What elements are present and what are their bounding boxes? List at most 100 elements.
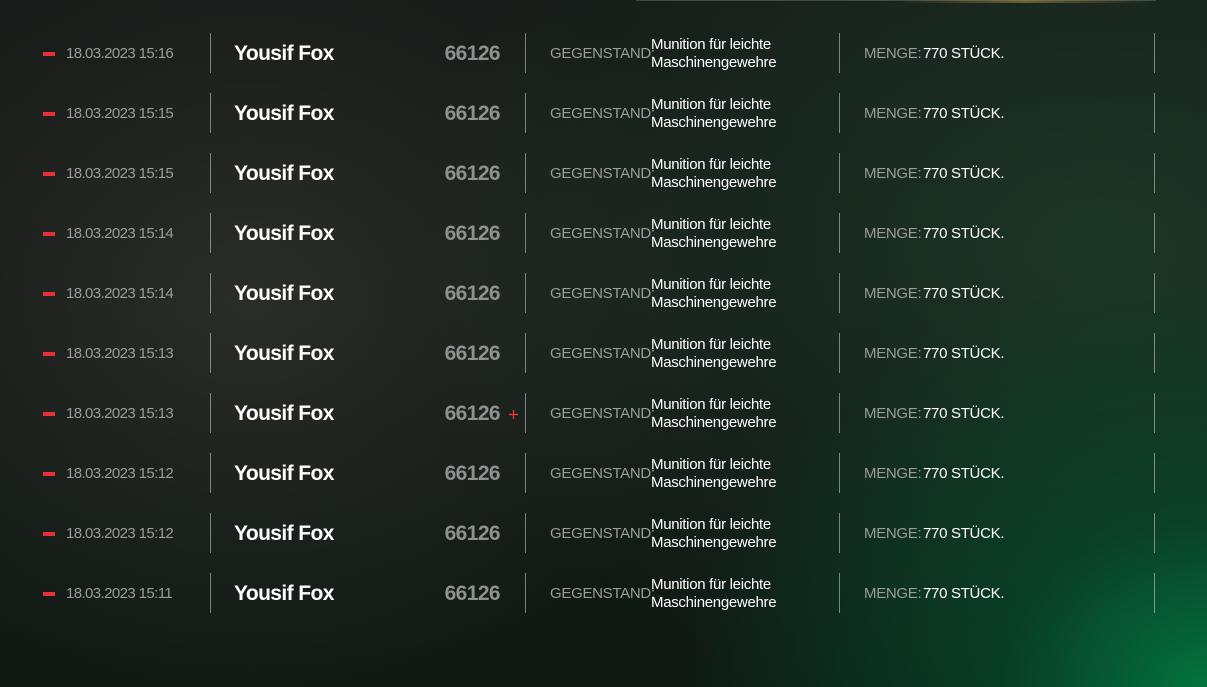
log-row: 18.03.2023 15:13 Yousif Fox 66126 GEGENS… [0, 384, 1207, 444]
quantity-value: 770 STÜCK. [923, 45, 1005, 62]
quantity-value: 770 STÜCK. [923, 345, 1005, 362]
player-name: Yousif Fox [234, 402, 334, 425]
column-divider [1154, 273, 1155, 313]
minus-marker-icon [43, 532, 55, 536]
player-name: Yousif Fox [234, 582, 334, 605]
minus-marker-icon [43, 592, 55, 596]
minus-marker-icon [43, 292, 55, 296]
column-divider [210, 333, 211, 373]
item-label: GEGENSTAND: [550, 345, 655, 362]
column-divider [210, 393, 211, 433]
item-name-line-2: Maschinengewehre [651, 414, 777, 431]
quantity-value: 770 STÜCK. [923, 525, 1005, 542]
player-id: 66126 [444, 42, 501, 65]
player-name: Yousif Fox [234, 102, 334, 125]
column-divider [210, 273, 211, 313]
column-divider [525, 393, 526, 433]
log-timestamp: 18.03.2023 15:14 [66, 225, 174, 242]
item-name-line-1: Munition für leichte [651, 156, 771, 173]
item-label: GEGENSTAND: [550, 165, 655, 182]
player-id: 66126 [444, 522, 501, 545]
minus-marker-icon [43, 112, 55, 116]
quantity-label: MENGE: [864, 525, 922, 542]
item-name-line-1: Munition für leichte [651, 216, 771, 233]
item-label: GEGENSTAND: [550, 225, 655, 242]
quantity-value: 770 STÜCK. [923, 405, 1005, 422]
item-label: GEGENSTAND: [550, 585, 655, 602]
item-name-line-1: Munition für leichte [651, 96, 771, 113]
log-timestamp: 18.03.2023 15:16 [66, 45, 174, 62]
player-id: 66126 [444, 402, 501, 425]
column-divider [839, 513, 840, 553]
column-divider [1154, 93, 1155, 133]
quantity-value: 770 STÜCK. [923, 465, 1005, 482]
minus-marker-icon [43, 352, 55, 356]
item-name-line-1: Munition für leichte [651, 396, 771, 413]
item-name: Munition für leichte Maschinengewehre [651, 96, 831, 132]
player-name: Yousif Fox [234, 222, 334, 245]
column-divider [1154, 213, 1155, 253]
item-name-line-2: Maschinengewehre [651, 234, 777, 251]
column-divider [839, 393, 840, 433]
item-name-line-1: Munition für leichte [651, 456, 771, 473]
log-timestamp: 18.03.2023 15:15 [66, 165, 174, 182]
player-id: 66126 [444, 162, 501, 185]
column-divider [839, 453, 840, 493]
item-name-line-2: Maschinengewehre [651, 594, 777, 611]
log-row: 18.03.2023 15:13 Yousif Fox 66126 GEGENS… [0, 324, 1207, 384]
quantity-value: 770 STÜCK. [923, 585, 1005, 602]
log-timestamp: 18.03.2023 15:13 [66, 405, 174, 422]
quantity-label: MENGE: [864, 465, 922, 482]
quantity-label: MENGE: [864, 105, 922, 122]
player-id: 66126 [444, 342, 501, 365]
item-name: Munition für leichte Maschinengewehre [651, 216, 831, 252]
log-timestamp: 18.03.2023 15:11 [66, 585, 173, 602]
column-divider [525, 273, 526, 313]
item-name: Munition für leichte Maschinengewehre [651, 36, 831, 72]
minus-marker-icon [43, 52, 55, 56]
quantity-value: 770 STÜCK. [923, 165, 1005, 182]
item-label: GEGENSTAND: [550, 405, 655, 422]
column-divider [839, 333, 840, 373]
player-id: 66126 [444, 582, 501, 605]
column-divider [839, 93, 840, 133]
column-divider [525, 453, 526, 493]
log-timestamp: 18.03.2023 15:12 [66, 465, 174, 482]
column-divider [525, 93, 526, 133]
item-label: GEGENSTAND: [550, 285, 655, 302]
item-name-line-2: Maschinengewehre [651, 474, 777, 491]
log-row: 18.03.2023 15:14 Yousif Fox 66126 GEGENS… [0, 204, 1207, 264]
log-row: 18.03.2023 15:16 Yousif Fox 66126 GEGENS… [0, 24, 1207, 84]
log-row: 18.03.2023 15:14 Yousif Fox 66126 GEGENS… [0, 264, 1207, 324]
column-divider [210, 513, 211, 553]
minus-marker-icon [43, 172, 55, 176]
column-divider [210, 33, 211, 73]
item-name: Munition für leichte Maschinengewehre [651, 576, 831, 612]
minus-marker-icon [43, 472, 55, 476]
top-accent-glow [900, 0, 1150, 3]
item-name: Munition für leichte Maschinengewehre [651, 516, 831, 552]
quantity-label: MENGE: [864, 45, 922, 62]
quantity-label: MENGE: [864, 585, 922, 602]
column-divider [210, 213, 211, 253]
column-divider [839, 573, 840, 613]
column-divider [839, 153, 840, 193]
item-label: GEGENSTAND: [550, 465, 655, 482]
log-row: 18.03.2023 15:12 Yousif Fox 66126 GEGENS… [0, 444, 1207, 504]
item-name-line-1: Munition für leichte [651, 516, 771, 533]
column-divider [525, 153, 526, 193]
log-row: 18.03.2023 15:11 Yousif Fox 66126 GEGENS… [0, 564, 1207, 624]
item-name: Munition für leichte Maschinengewehre [651, 396, 831, 432]
quantity-label: MENGE: [864, 405, 922, 422]
item-name-line-1: Munition für leichte [651, 36, 771, 53]
item-name-line-1: Munition für leichte [651, 276, 771, 293]
item-label: GEGENSTAND: [550, 45, 655, 62]
column-divider [1154, 573, 1155, 613]
player-name: Yousif Fox [234, 162, 334, 185]
item-name: Munition für leichte Maschinengewehre [651, 336, 831, 372]
quantity-label: MENGE: [864, 165, 922, 182]
column-divider [839, 33, 840, 73]
crosshair-cursor-icon [509, 410, 518, 419]
item-name-line-1: Munition für leichte [651, 576, 771, 593]
column-divider [210, 93, 211, 133]
